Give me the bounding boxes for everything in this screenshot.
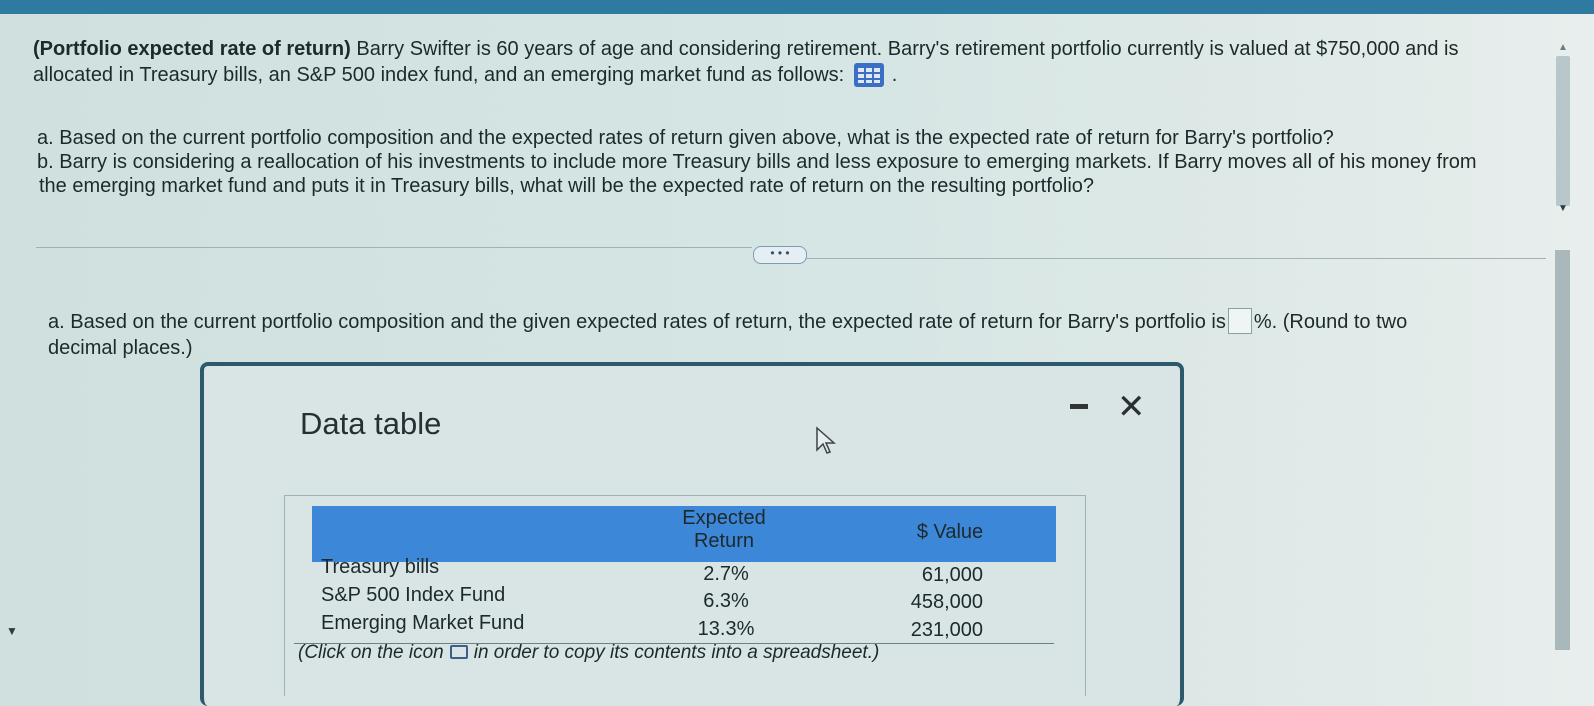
row-treasury-bills-value: 61,000 (921, 564, 983, 586)
scroll-left-icon[interactable]: ▼ (6, 624, 18, 638)
problem-line2: allocated in Treasury bills, an S&P 500 … (33, 64, 845, 86)
footnote-after: in order to copy its contents into a spr… (473, 642, 880, 663)
scrollbar-track[interactable] (1556, 56, 1570, 206)
answer-line2: decimal places.) (48, 337, 193, 359)
row-sp500-value: 458,000 (910, 591, 983, 613)
row-emerging-return: 13.3% (697, 618, 755, 640)
header-value: $ Value (916, 521, 984, 543)
problem-line2-end: . (886, 64, 898, 86)
answer-input[interactable] (1227, 308, 1252, 334)
part-a-label: a. (37, 127, 54, 149)
footnote-before: (Click on the icon (298, 642, 444, 663)
answer-text-after: %. (Round to two (1253, 311, 1408, 333)
row-treasury-bills-name: Treasury bills (321, 556, 440, 578)
row-sp500-name: S&P 500 Index Fund (321, 584, 506, 606)
answer-label: a. (48, 311, 65, 333)
close-icon[interactable]: ✕ (1117, 390, 1146, 424)
row-emerging-value: 231,000 (910, 619, 983, 641)
part-b-text-cont: the emerging market fund and puts it in … (39, 175, 1095, 197)
question-parts: a. Based on the current portfolio compos… (37, 126, 1557, 198)
row-emerging-name: Emerging Market Fund (321, 612, 525, 634)
minimize-icon[interactable] (1070, 404, 1088, 409)
expand-more-button[interactable]: • • • (753, 246, 807, 264)
problem-line1: Barry Swifter is 60 years of age and con… (350, 38, 1459, 60)
header-expected-return: Expected Return (682, 507, 766, 552)
row-treasury-bills-return: 2.7% (703, 563, 749, 585)
scroll-down-icon[interactable]: ▼ (1558, 203, 1568, 214)
part-a-text: Based on the current portfolio compositi… (59, 127, 1334, 149)
section-divider-left (36, 247, 752, 248)
copy-footnote: (Click on the icon in order to copy its c… (298, 642, 879, 664)
copy-to-spreadsheet-icon[interactable] (449, 645, 468, 659)
mouse-cursor-icon (816, 426, 836, 454)
answer-text: Based on the current portfolio compositi… (70, 311, 1226, 333)
problem-statement: (Portfolio expected rate of return) Barr… (33, 36, 1553, 88)
answer-prompt: a. Based on the current portfolio compos… (48, 308, 1488, 361)
data-table-grid-icon[interactable] (854, 63, 885, 87)
top-bar (0, 0, 1594, 14)
problem-title: (Portfolio expected rate of return) (33, 38, 351, 60)
part-b-label: b. (37, 151, 54, 173)
scroll-up-icon[interactable]: ▲ (1558, 42, 1568, 53)
scrollbar-thumb[interactable] (1555, 250, 1570, 650)
dialog-title: Data table (300, 406, 442, 441)
row-sp500-return: 6.3% (703, 590, 749, 612)
section-divider-right (806, 258, 1546, 259)
part-b-text: Barry is considering a reallocation of h… (59, 151, 1477, 173)
